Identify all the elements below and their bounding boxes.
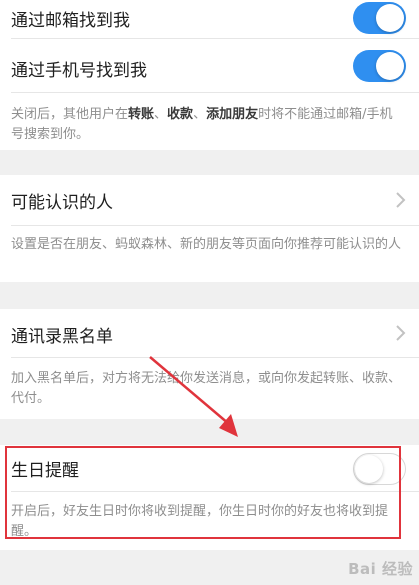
birthday-description: 开启后，好友生日时你将收到提醒，你生日时你的好友也将收到提醒。	[11, 504, 389, 539]
maybe-know-label: 可能认识的人	[11, 193, 113, 213]
birthday-toggle[interactable]	[353, 453, 406, 485]
maybe-know-description: 设置是否在朋友、蚂蚁森林、新的朋友等页面向你推荐可能认识的人	[11, 237, 402, 252]
email-toggle[interactable]	[353, 2, 406, 34]
blacklist-description: 加入黑名单后，对方将无法给你发送消息，或向你发起转账、收款、代付。	[11, 371, 402, 406]
birthday-label: 生日提醒	[11, 461, 79, 481]
chevron-right-icon	[396, 192, 406, 208]
divider	[11, 38, 419, 39]
chevron-right-icon	[396, 325, 406, 341]
divider	[11, 357, 419, 358]
blacklist-row[interactable]: 通讯录黑名单	[0, 309, 419, 357]
divider	[11, 225, 419, 226]
maybe-know-group: 可能认识的人 设置是否在朋友、蚂蚁森林、新的朋友等页面向你推荐可能认识的人	[0, 175, 419, 282]
email-row-label: 通过邮箱找到我	[11, 11, 130, 31]
divider	[11, 92, 419, 93]
toggle-knob	[376, 52, 404, 80]
privacy-description: 关闭后，其他用户在转账、收款、添加朋友时将不能通过邮箱/手机号搜索到你。	[11, 107, 393, 142]
phone-row-label: 通过手机号找到我	[11, 61, 147, 81]
watermark: Bai 经验	[348, 560, 413, 578]
divider	[11, 491, 419, 492]
blacklist-group: 通讯录黑名单 加入黑名单后，对方将无法给你发送消息，或向你发起转账、收款、代付。	[0, 309, 419, 419]
find-me-group: 通过邮箱找到我 通过手机号找到我 关闭后，其他用户在转账、收款、添加朋友时将不能…	[0, 0, 419, 150]
toggle-knob	[355, 455, 383, 483]
phone-toggle[interactable]	[353, 50, 406, 82]
toggle-knob	[376, 4, 404, 32]
birthday-group: 生日提醒 开启后，好友生日时你将收到提醒，你生日时你的好友也将收到提醒。	[0, 445, 419, 550]
blacklist-label: 通讯录黑名单	[11, 327, 113, 347]
maybe-know-row[interactable]: 可能认识的人	[0, 175, 419, 225]
